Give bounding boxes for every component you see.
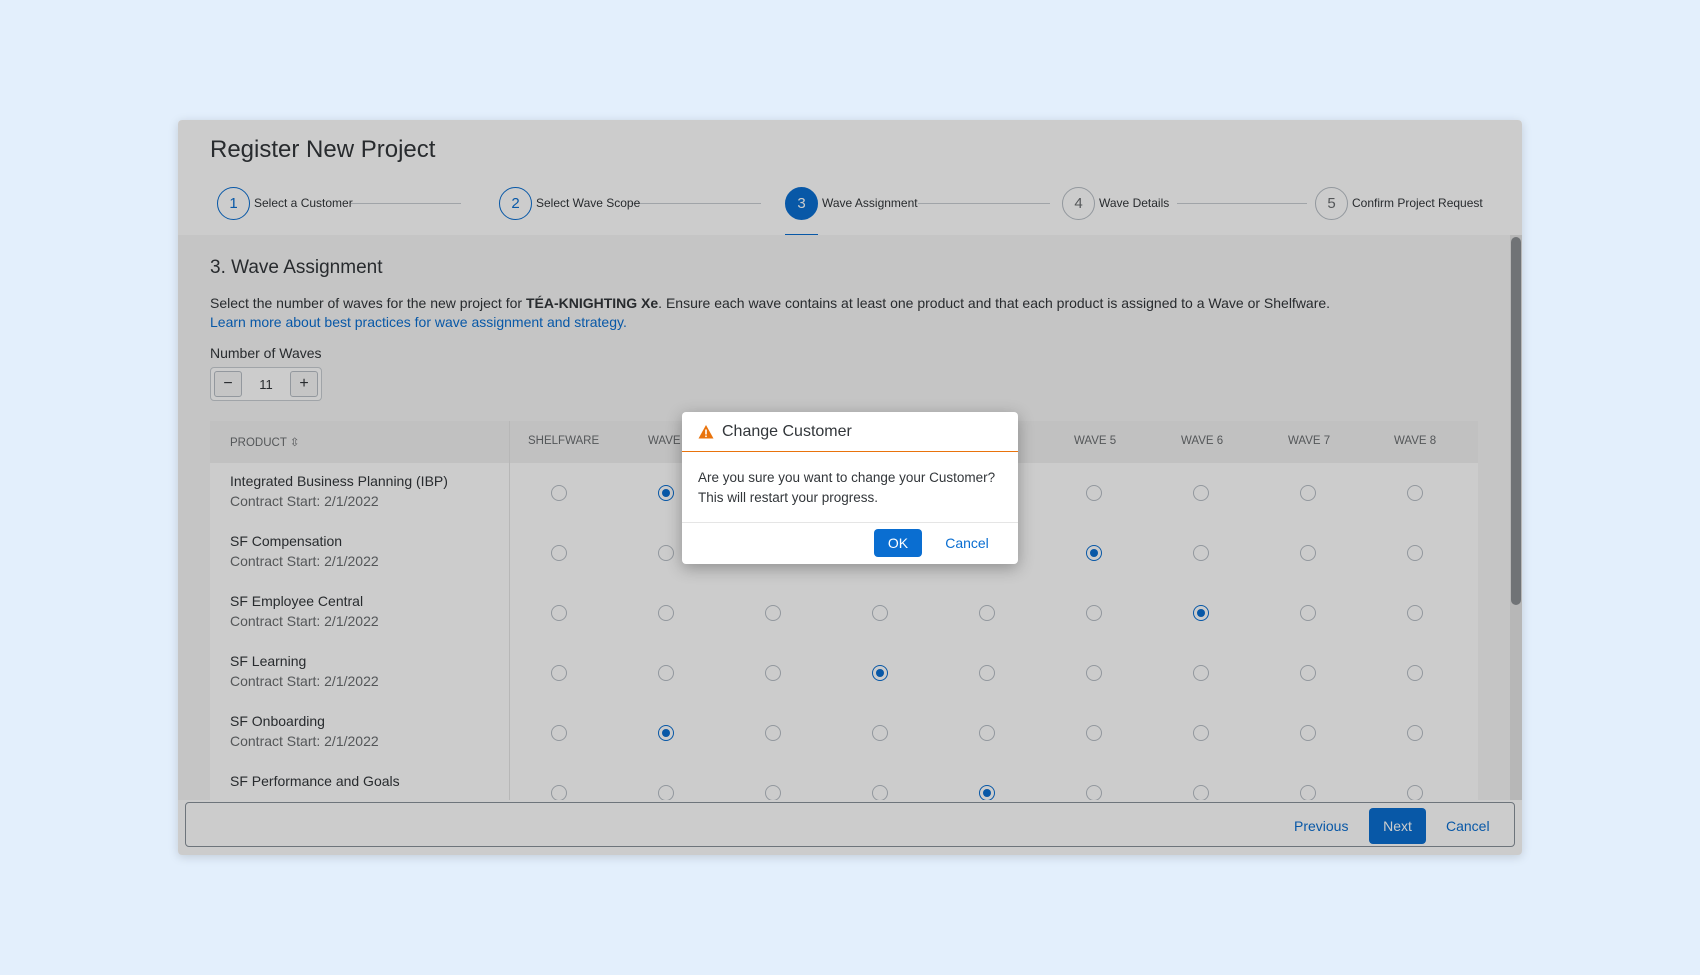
change-customer-modal: Change Customer Are you sure you want to…: [682, 412, 1018, 564]
warning-icon: [698, 424, 714, 438]
ok-button[interactable]: OK: [874, 529, 922, 557]
modal-message: Are you sure you want to change your Cus…: [698, 470, 996, 505]
modal-cancel-button[interactable]: Cancel: [938, 529, 996, 557]
modal-header: Change Customer: [682, 412, 1018, 452]
modal-title: Change Customer: [722, 422, 852, 440]
modal-footer: OK Cancel: [682, 522, 1018, 564]
